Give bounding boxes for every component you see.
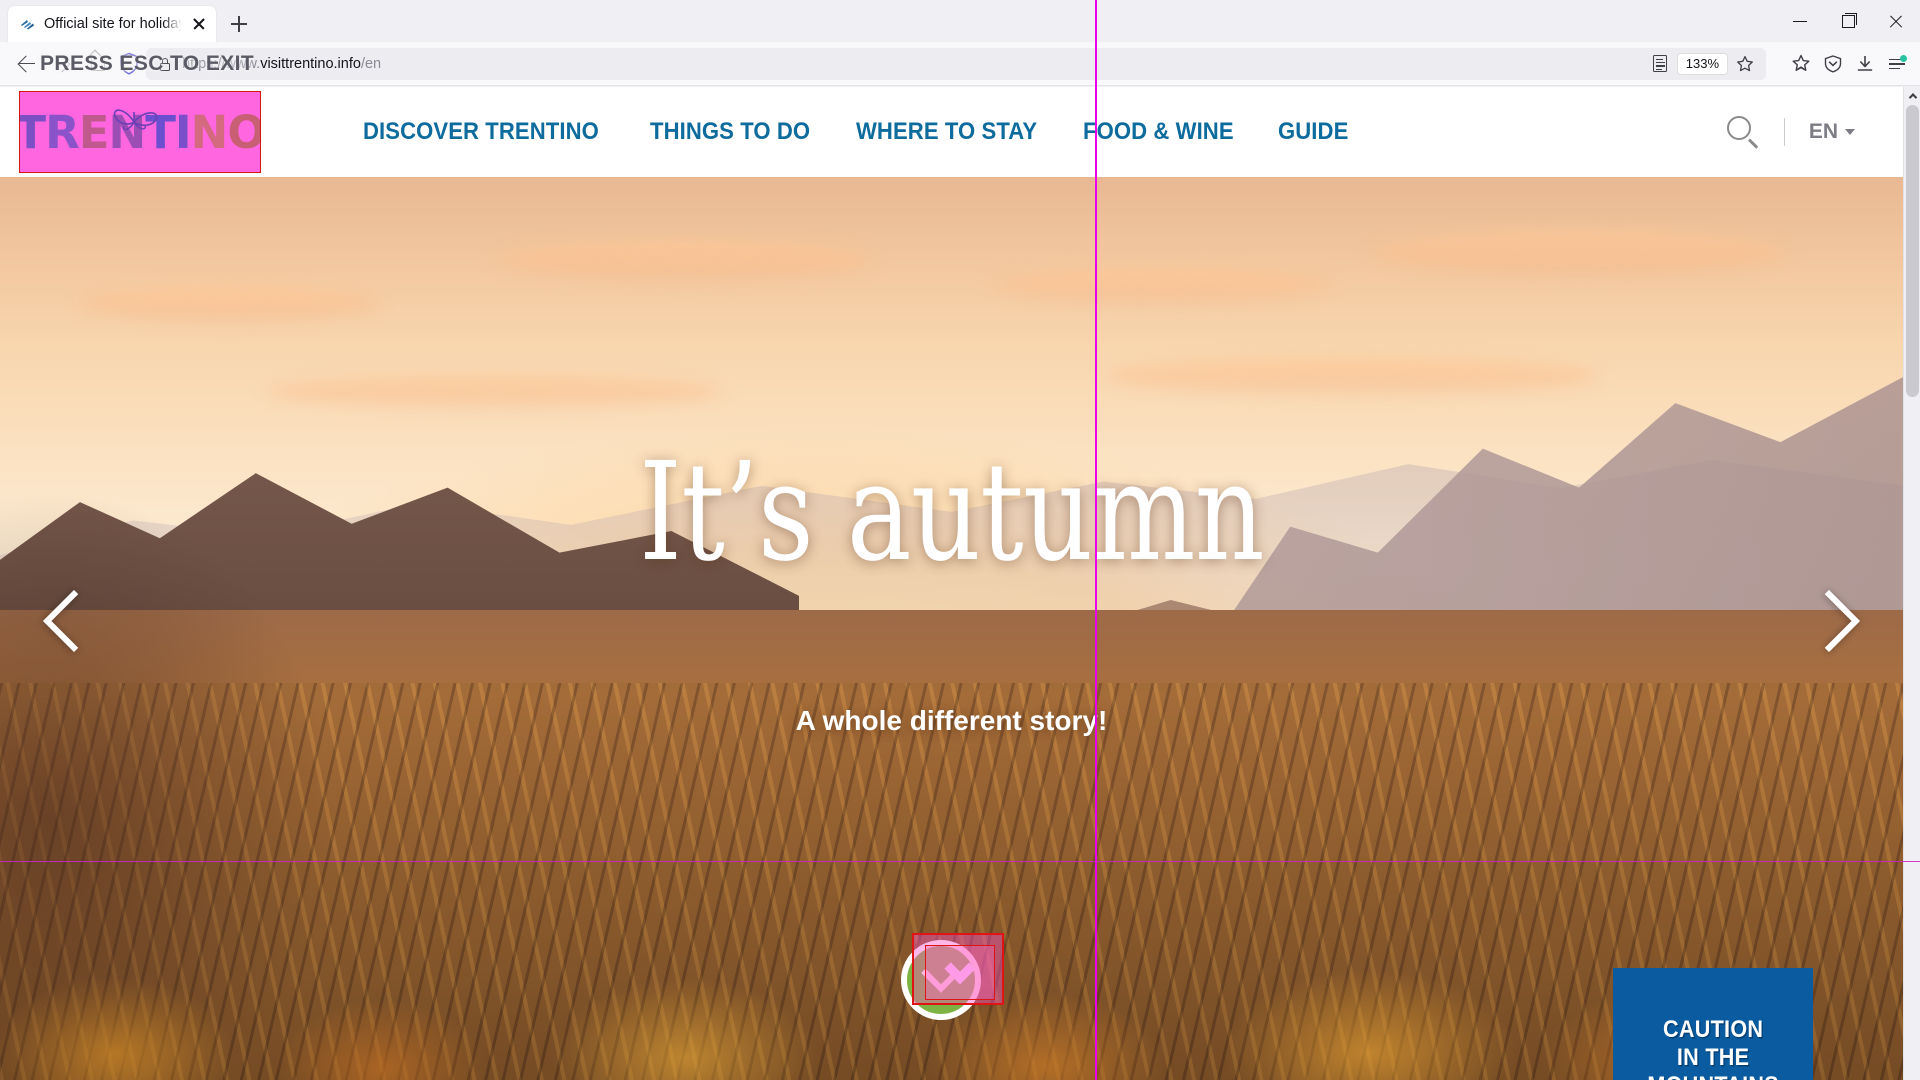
header-divider: [1783, 118, 1785, 146]
scroll-down-button[interactable]: [901, 940, 981, 1020]
url-path: /en: [360, 55, 382, 72]
window-controls: [1776, 0, 1920, 42]
minimize-button[interactable]: [1776, 0, 1824, 42]
tab-title: Official site for holidays in Trenti: [44, 16, 182, 32]
maximize-restore-button[interactable]: [1824, 0, 1872, 42]
reader-view-icon[interactable]: [1645, 49, 1675, 79]
application-menu-icon[interactable]: [1882, 49, 1912, 79]
nav-item-guide[interactable]: GUIDE: [1278, 118, 1348, 146]
site-header: TRENTINO DISCOVER TRENTINO THINGS TO DO …: [0, 87, 1903, 177]
butterfly-icon: [113, 109, 158, 131]
chevron-left-icon: [42, 589, 106, 652]
nav-item-where-to-stay[interactable]: WHERE TO STAY: [856, 118, 1037, 146]
menu-update-dot: [1900, 54, 1907, 62]
caution-line-2: IN THE: [1676, 1043, 1750, 1071]
tab-strip: Official site for holidays in Trenti: [0, 0, 1920, 42]
caution-in-the-mountains-card[interactable]: CAUTION IN THE MOUNTAINS: [1613, 968, 1813, 1080]
nav-item-food-and-wine[interactable]: FOOD & WINE: [1083, 118, 1234, 146]
language-selector[interactable]: EN: [1809, 120, 1855, 144]
back-button[interactable]: [8, 47, 44, 81]
page-viewport: TRENTINO DISCOVER TRENTINO THINGS TO DO …: [0, 87, 1903, 1080]
scrollbar-up-arrow[interactable]: [1904, 87, 1920, 104]
tab-close-icon[interactable]: [190, 15, 208, 33]
site-favicon: [21, 19, 34, 29]
toolbar-actions: [1772, 49, 1912, 79]
hero-title: It’s autumn: [639, 434, 1265, 592]
caution-line-1: CAUTION: [1662, 1015, 1764, 1043]
pocket-shield-icon[interactable]: [1818, 49, 1848, 79]
save-to-pocket-icon[interactable]: [1786, 49, 1816, 79]
carousel-prev-button[interactable]: [40, 581, 106, 677]
chevron-right-icon: [1797, 589, 1861, 652]
browser-toolbar: PRESS ESC TO EXIT https://www.visittrent…: [0, 42, 1920, 86]
nav-item-things-to-do[interactable]: THINGS TO DO: [650, 118, 810, 146]
zoom-level-badge[interactable]: 133%: [1676, 52, 1728, 75]
scrollbar-thumb[interactable]: [1906, 105, 1919, 397]
main-navigation: DISCOVER TRENTINO THINGS TO DO WHERE TO …: [363, 118, 1355, 146]
new-tab-button[interactable]: [222, 8, 256, 40]
close-window-button[interactable]: [1872, 0, 1920, 42]
browser-tab[interactable]: Official site for holidays in Trenti: [8, 6, 216, 42]
nav-item-discover-trentino[interactable]: DISCOVER TRENTINO: [363, 118, 599, 146]
site-logo[interactable]: TRENTINO: [19, 91, 261, 173]
chevron-down-icon: [1845, 129, 1855, 135]
browser-window: Official site for holidays in Trenti PRE…: [0, 0, 1920, 1080]
hero-subtitle: A whole different story!: [795, 705, 1108, 736]
header-utilities: EN: [1726, 87, 1855, 177]
url-domain: visittrentino.info: [260, 55, 361, 72]
caution-card-text: CAUTION IN THE MOUNTAINS: [1647, 1016, 1779, 1080]
chevron-down-icon: [921, 953, 961, 993]
search-icon[interactable]: [1726, 115, 1760, 149]
bookmark-star-icon[interactable]: [1730, 49, 1760, 79]
press-esc-overlay: PRESS ESC TO EXIT: [40, 51, 255, 75]
carousel-next-button[interactable]: [1797, 581, 1861, 677]
language-selected: EN: [1808, 120, 1838, 143]
url-bar-actions: 133%: [1645, 49, 1760, 79]
page-scrollbar[interactable]: [1903, 87, 1920, 1080]
caution-line-3: MOUNTAINS: [1647, 1072, 1779, 1080]
url-bar[interactable]: https://www.visittrentino.info/en 133%: [146, 47, 1766, 80]
downloads-icon[interactable]: [1850, 49, 1880, 79]
